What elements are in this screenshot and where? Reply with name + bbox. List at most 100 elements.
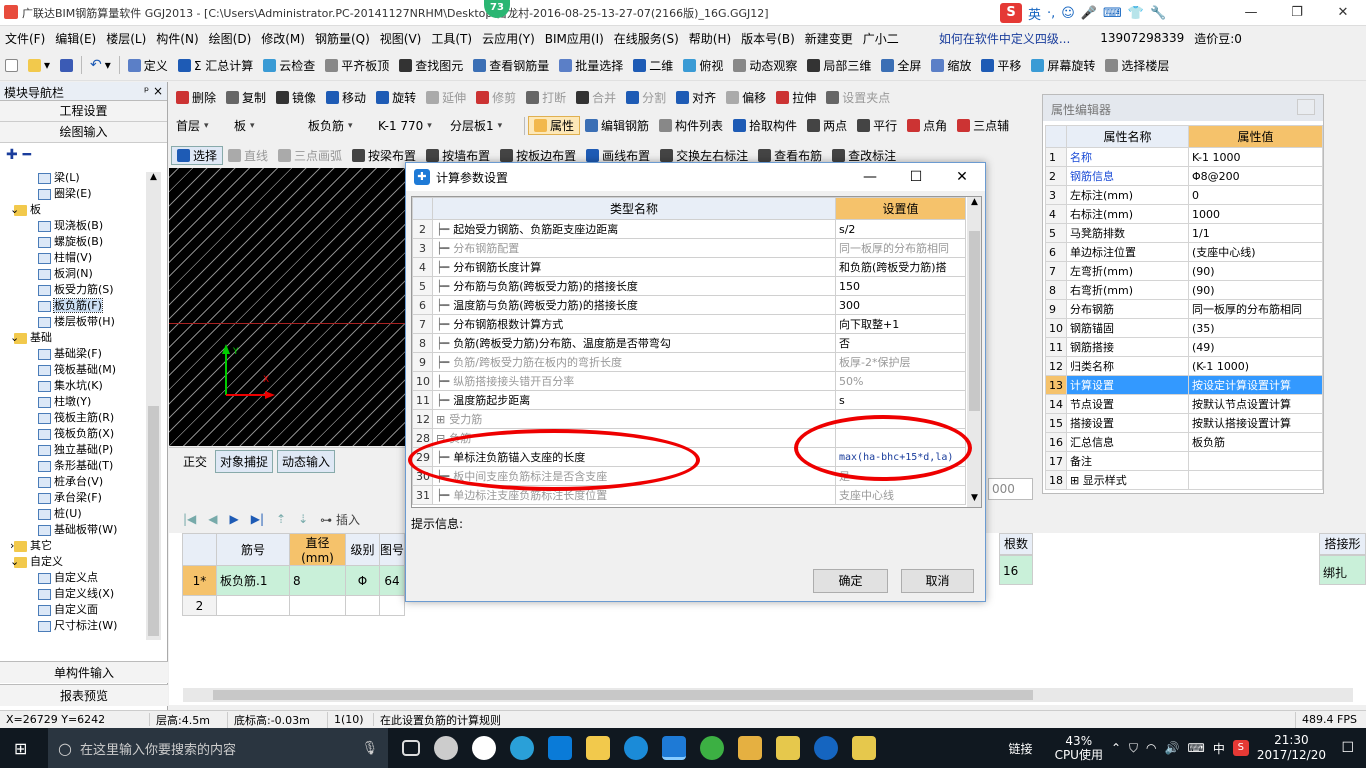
setting-name-cell[interactable]: ┝━ 分布钢筋长度计算 [432,257,836,277]
diameter-cell[interactable]: 8 [289,565,346,596]
cancel-button[interactable]: 取消 [901,569,974,593]
setting-value-cell[interactable]: s [835,390,966,410]
sogou-icon[interactable]: S [1000,3,1022,23]
table-row[interactable]: 9 ┝━ 负筋/跨板受力筋在板内的弯折长度 板厚-2*保护层 [412,352,966,372]
shield-icon[interactable]: ⛉ [1129,741,1138,756]
menu-item[interactable]: 工具(T) [426,30,477,47]
canvas-toggle[interactable]: 正交 [179,451,211,472]
toolbar-button[interactable]: 移动 [321,89,371,106]
expand-icon[interactable]: ⊞ [1070,474,1083,487]
toolbar-button[interactable]: 分割 [621,89,671,106]
toolbar-button[interactable]: 构件列表 [654,117,728,134]
nav-tree-item[interactable]: 螺旋板(B) [2,234,152,250]
toolbar-button[interactable]: 二维 [628,57,678,74]
toolbar-button[interactable]: 点角 [902,117,952,134]
setting-name-cell[interactable]: ⊞ 受力筋 [432,409,836,429]
keyboard-icon[interactable]: ⌨ [1187,741,1204,755]
toolbar-button[interactable]: 屏幕旋转 [1026,57,1100,74]
mic-icon[interactable]: 🎤 [1081,6,1097,21]
menu-item[interactable]: 13907298339 [1095,31,1189,45]
restore-button[interactable]: ❐ [1274,0,1320,26]
shirt-icon[interactable]: 👕 [1128,6,1144,21]
table-row[interactable]: 8 右弯折(mm) (90) [1045,280,1323,300]
nav-tree-item[interactable]: ⌄ 板 [2,202,152,218]
property-name-cell[interactable]: ⊞ 显示样式 [1066,470,1189,490]
table-row[interactable]: 3 ┝━ 分布钢筋配置 同一板厚的分布筋相同 [412,238,966,258]
ime-lang[interactable]: 英 [1028,4,1041,23]
ie-app-icon[interactable] [472,736,496,760]
toolbar-button[interactable]: 直线 [223,147,273,164]
toolbar-button[interactable]: 偏移 [721,89,771,106]
nav-tree-item[interactable]: 独立基础(P) [2,442,152,458]
property-name-cell[interactable]: 节点设置 [1066,394,1189,414]
toolbar-button[interactable]: 俯视 [678,57,728,74]
toolbar-button[interactable]: 删除 [171,89,221,106]
tree-expander-icon[interactable]: ⌄ [10,554,19,570]
cpu-widget[interactable]: 43% CPU使用 [1055,734,1103,762]
property-name-cell[interactable]: 分布钢筋 [1066,299,1189,319]
nav-tree-item[interactable]: 板洞(N) [2,266,152,282]
nav-tree-item[interactable]: › 其它 [2,538,152,554]
close-button[interactable]: ✕ [1320,0,1366,26]
tab-project-settings[interactable]: 工程设置 [0,101,167,122]
move-down-icon[interactable]: ⇣ [298,512,308,526]
property-name-cell[interactable]: 钢筋搭接 [1066,337,1189,357]
settings-scrollbar[interactable]: ▲ ▼ [967,197,981,507]
property-value-cell[interactable]: Φ8@200 [1188,166,1323,186]
table-row[interactable]: 5 马凳筋排数 1/1 [1045,223,1323,243]
last-icon[interactable]: ▶| [251,512,264,526]
setting-value-cell[interactable]: 否 [835,333,966,353]
toolbar-button[interactable]: 按墙布置 [421,147,495,164]
setting-name-cell[interactable]: ┝━ 温度筋与负筋(跨板受力筋)的搭接长度 [432,295,836,315]
help-app-icon[interactable] [776,736,800,760]
property-value-cell[interactable]: 板负筋 [1188,432,1323,452]
mic-icon[interactable]: 🎙 [361,741,378,756]
menu-item[interactable]: 版本号(B) [736,30,800,47]
windows-start-icon[interactable]: ⊞ [14,739,27,758]
fan-app-icon[interactable] [434,736,458,760]
setting-value-cell[interactable]: 板厚-2*保护层 [835,352,966,372]
property-name-cell[interactable]: 马凳筋排数 [1066,223,1189,243]
property-name-cell[interactable]: 左标注(mm) [1066,185,1189,205]
table-row[interactable]: 11 钢筋搭接 (49) [1045,337,1323,357]
table-row[interactable]: 6 单边标注位置 (支座中心线) [1045,242,1323,262]
toolbar-button[interactable]: 画线布置 [581,147,655,164]
toolbar-button[interactable]: 选择楼层 [1100,57,1174,74]
minimize-button[interactable]: — [1228,0,1274,26]
property-name-cell[interactable]: 搭接设置 [1066,413,1189,433]
sogou-tray-icon[interactable]: S [1232,740,1249,756]
member-select[interactable]: K-1 770 [373,116,445,136]
setting-name-cell[interactable]: ┝━ 纵筋搭接接头错开百分率 [432,371,836,391]
menu-item[interactable]: 云应用(Y) [477,30,540,47]
first-icon[interactable]: |◀ [183,512,196,526]
toolbar-button[interactable]: 平行 [852,117,902,134]
table-row[interactable]: 5 ┝━ 分布筋与负筋(跨板受力筋)的搭接长度 150 [412,276,966,296]
table-row[interactable]: 8 ┝━ 负筋(跨板受力筋)分布筋、温度筋是否带弯勾否 [412,333,966,353]
table-row[interactable]: 7 左弯折(mm) (90) [1045,261,1323,281]
bar-name-cell[interactable]: 板负筋.1 [216,565,290,596]
property-name-cell[interactable]: 计算设置 [1066,375,1189,395]
menu-item[interactable]: 楼层(L) [101,30,151,47]
nav-scrollbar[interactable]: ▲ [146,172,161,640]
toolbar-button[interactable]: 拉伸 [771,89,821,106]
tree-expander-icon[interactable]: › [10,538,14,554]
nav-tree-item[interactable]: 基础梁(F) [2,346,152,362]
toolbar-button[interactable]: 云检查 [258,57,320,74]
menu-item[interactable]: BIM应用(I) [540,30,609,47]
nav-tree-item[interactable]: 柱帽(V) [2,250,152,266]
setting-name-cell[interactable]: ┝━ 分布钢筋根数计算方式 [432,314,836,334]
dialog-minimize-button[interactable]: — [847,163,893,191]
toolbar-button[interactable]: 设置夹点 [821,89,895,106]
table-row[interactable]: 6 ┝━ 温度筋与负筋(跨板受力筋)的搭接长度 300 [412,295,966,315]
table-hscrollbar[interactable] [183,688,1353,702]
property-value-cell[interactable]: 按默认搭接设置计算 [1188,413,1323,433]
save-icon[interactable] [55,58,78,72]
move-up-icon[interactable]: ⇡ [276,512,286,526]
notes-app-icon[interactable] [738,736,762,760]
nav-tree-item[interactable]: 圈梁(E) [2,186,152,202]
notification-icon[interactable]: ☐ [1341,740,1354,756]
toolbar-button[interactable]: 两点 [802,117,852,134]
nav-tree-item[interactable]: 自定义线(X) [2,586,152,602]
angle-input[interactable]: 000 [988,478,1033,500]
nav-tree-item[interactable]: 板受力筋(S) [2,282,152,298]
